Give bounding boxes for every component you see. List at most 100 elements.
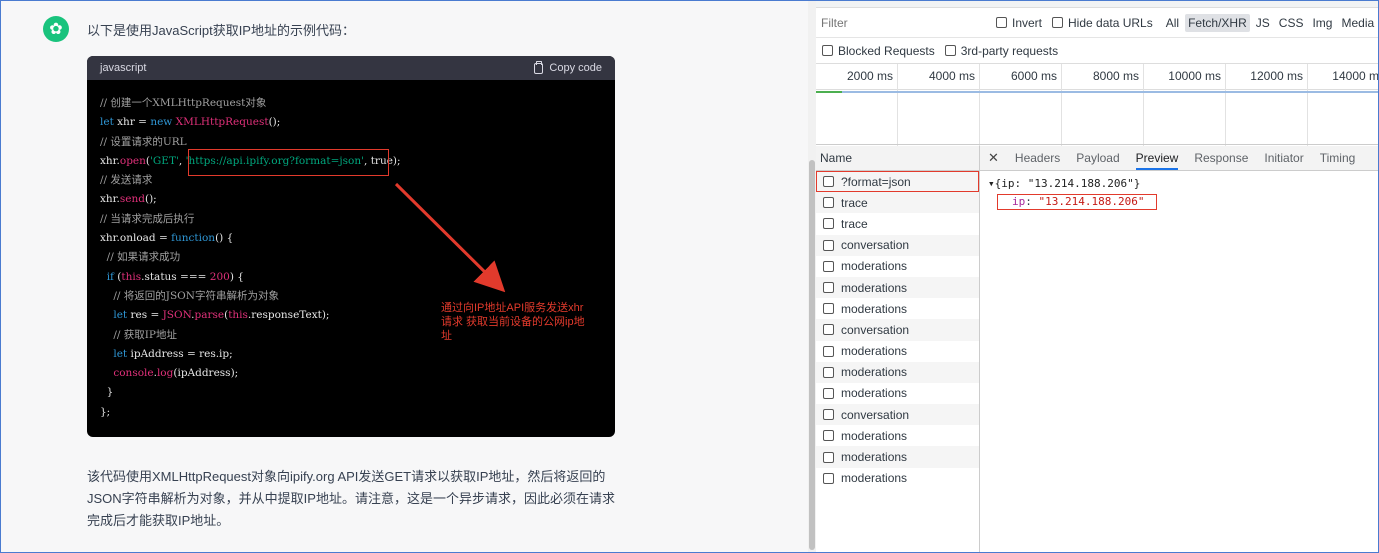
detail-tabs: ✕ Headers Payload Preview Response Initiator… <box>980 146 1378 171</box>
timeline-overview[interactable]: 2000 ms 4000 ms 6000 ms 8000 ms 10000 ms 1200… <box>816 64 1378 146</box>
request-row[interactable]: moderations <box>816 276 979 299</box>
request-row[interactable]: ?format=json <box>816 171 979 193</box>
request-detail-pane: ✕ Headers Payload Preview Response Initiator… <box>980 146 1378 552</box>
request-name: conversation <box>841 238 910 253</box>
request-type-icon <box>823 366 834 378</box>
request-filter-row: Blocked Requests 3rd-party requests <box>816 38 1378 64</box>
request-row[interactable]: conversation <box>816 404 979 426</box>
request-row[interactable]: moderations <box>816 256 979 277</box>
tab-headers[interactable]: Headers <box>1015 151 1060 165</box>
request-row[interactable]: moderations <box>816 425 979 446</box>
devtools-network-panel: Invert Hide data URLs AllFetch/XHRJSCSSI… <box>816 1 1378 552</box>
request-type-icon <box>823 218 834 230</box>
json-root-value: {ip: "13.214.188.206"} <box>994 177 1141 190</box>
request-type-icon <box>823 197 834 209</box>
third-party-checkbox[interactable]: 3rd-party requests <box>944 43 1059 58</box>
request-name: trace <box>841 216 868 231</box>
timeline-tick-label: 2000 ms <box>846 69 893 83</box>
filter-input[interactable] <box>821 12 986 33</box>
request-name: moderations <box>841 428 908 443</box>
tab-payload[interactable]: Payload <box>1076 151 1119 165</box>
checkbox-icon <box>996 17 1007 28</box>
request-type-icon <box>823 282 834 294</box>
close-icon[interactable]: ✕ <box>988 150 999 166</box>
chat-pane: ✿ 以下是使用JavaScript获取IP地址的示例代码： javascript… <box>1 1 808 552</box>
request-name: conversation <box>841 322 910 337</box>
request-type-icon <box>823 303 834 315</box>
checkbox-icon <box>1052 17 1064 28</box>
tab-timing[interactable]: Timing <box>1320 151 1356 165</box>
request-row[interactable]: trace <box>816 213 979 234</box>
filter-bar: Invert Hide data URLs AllFetch/XHRJSCSSI… <box>816 8 1378 38</box>
type-filter-all[interactable]: All <box>1163 14 1182 32</box>
timeline-tick-label: 6000 ms <box>1010 69 1057 83</box>
devtools-toolbar <box>816 1 1378 8</box>
timeline-tick-label: 8000 ms <box>1092 69 1139 83</box>
timeline-tick-label: 4000 ms <box>928 69 975 83</box>
request-type-icon <box>823 451 834 463</box>
type-filter-js[interactable]: JS <box>1253 14 1273 32</box>
request-type-icon <box>823 176 834 188</box>
request-row[interactable]: moderations <box>816 446 979 468</box>
tab-preview[interactable]: Preview <box>1135 151 1179 170</box>
invert-label: Invert <box>1012 15 1043 30</box>
request-row[interactable]: moderations <box>816 341 979 362</box>
request-name: ?format=json <box>841 174 911 189</box>
json-value: "13.214.188.206" <box>1038 195 1145 208</box>
timeline-area[interactable] <box>816 93 1378 145</box>
tab-initiator[interactable]: Initiator <box>1264 151 1303 165</box>
request-row[interactable]: trace <box>816 192 979 214</box>
json-preview-root[interactable]: ▾{ip: "13.214.188.206"} <box>988 177 1140 190</box>
request-name: conversation <box>841 407 910 422</box>
invert-checkbox[interactable]: Invert <box>996 16 1042 30</box>
request-type-icon <box>823 430 834 442</box>
chat-scrollbar-thumb[interactable] <box>809 160 815 550</box>
request-name: moderations <box>841 386 908 401</box>
request-row[interactable]: moderations <box>816 468 979 489</box>
request-name: moderations <box>841 259 908 274</box>
type-filter-img[interactable]: Img <box>1309 14 1335 32</box>
blocked-requests-label: Blocked Requests <box>838 43 935 58</box>
request-type-icon <box>823 324 834 336</box>
request-type-icon <box>823 387 834 399</box>
request-name: moderations <box>841 471 908 486</box>
hide-data-urls-label: Hide data URLs <box>1068 15 1153 30</box>
blocked-requests-checkbox[interactable]: Blocked Requests <box>822 44 935 58</box>
request-row[interactable]: conversation <box>816 319 979 341</box>
request-type-icon <box>823 239 834 251</box>
annotation-text: 通过向IP地址API服务发送xhr请求 获取当前设备的公网ip地址 <box>441 302 585 342</box>
request-type-icon <box>823 260 834 272</box>
request-name: moderations <box>841 450 908 465</box>
request-name: moderations <box>841 365 908 380</box>
name-column-header[interactable]: Name <box>816 146 979 171</box>
third-party-label: 3rd-party requests <box>960 43 1059 58</box>
request-type-icon <box>823 472 834 484</box>
timeline-tick-label: 14000 ms <box>1332 69 1378 83</box>
json-preview-ip-field: ip: "13.214.188.206" <box>997 194 1158 210</box>
request-name: trace <box>841 195 868 210</box>
request-rows: ?format=json trace trace conversation modera… <box>816 171 979 489</box>
summary-paragraph: 该代码使用XMLHttpRequest对象向ipify.org API发送GET… <box>87 469 615 528</box>
type-filter-css[interactable]: CSS <box>1276 14 1307 32</box>
expand-triangle-icon: ▾ <box>988 177 995 190</box>
request-row[interactable]: moderations <box>816 298 979 319</box>
type-filter-group: All Fetch/XHR JS CSS Img Media <box>1163 13 1377 32</box>
type-filter-media[interactable]: Media <box>1338 14 1377 32</box>
type-filter-fetchxhr[interactable]: Fetch/XHR <box>1185 13 1250 32</box>
request-row[interactable]: conversation <box>816 234 979 256</box>
request-name: moderations <box>841 301 908 316</box>
hide-data-urls-checkbox[interactable]: Hide data URLs <box>1052 16 1153 30</box>
request-name: moderations <box>841 344 908 359</box>
request-type-icon <box>823 345 834 357</box>
timeline-tick-label: 10000 ms <box>1168 69 1221 83</box>
timeline-tick-label: 12000 ms <box>1250 69 1303 83</box>
request-row[interactable]: moderations <box>816 361 979 383</box>
checkbox-icon <box>944 45 956 56</box>
request-row[interactable]: moderations <box>816 383 979 404</box>
json-key: ip <box>1012 195 1026 208</box>
tab-response[interactable]: Response <box>1194 151 1248 165</box>
request-name: moderations <box>841 280 908 295</box>
checkbox-icon <box>822 45 833 56</box>
request-list: Name ?format=json trace trace conversation m… <box>816 146 980 552</box>
request-type-icon <box>823 409 834 421</box>
